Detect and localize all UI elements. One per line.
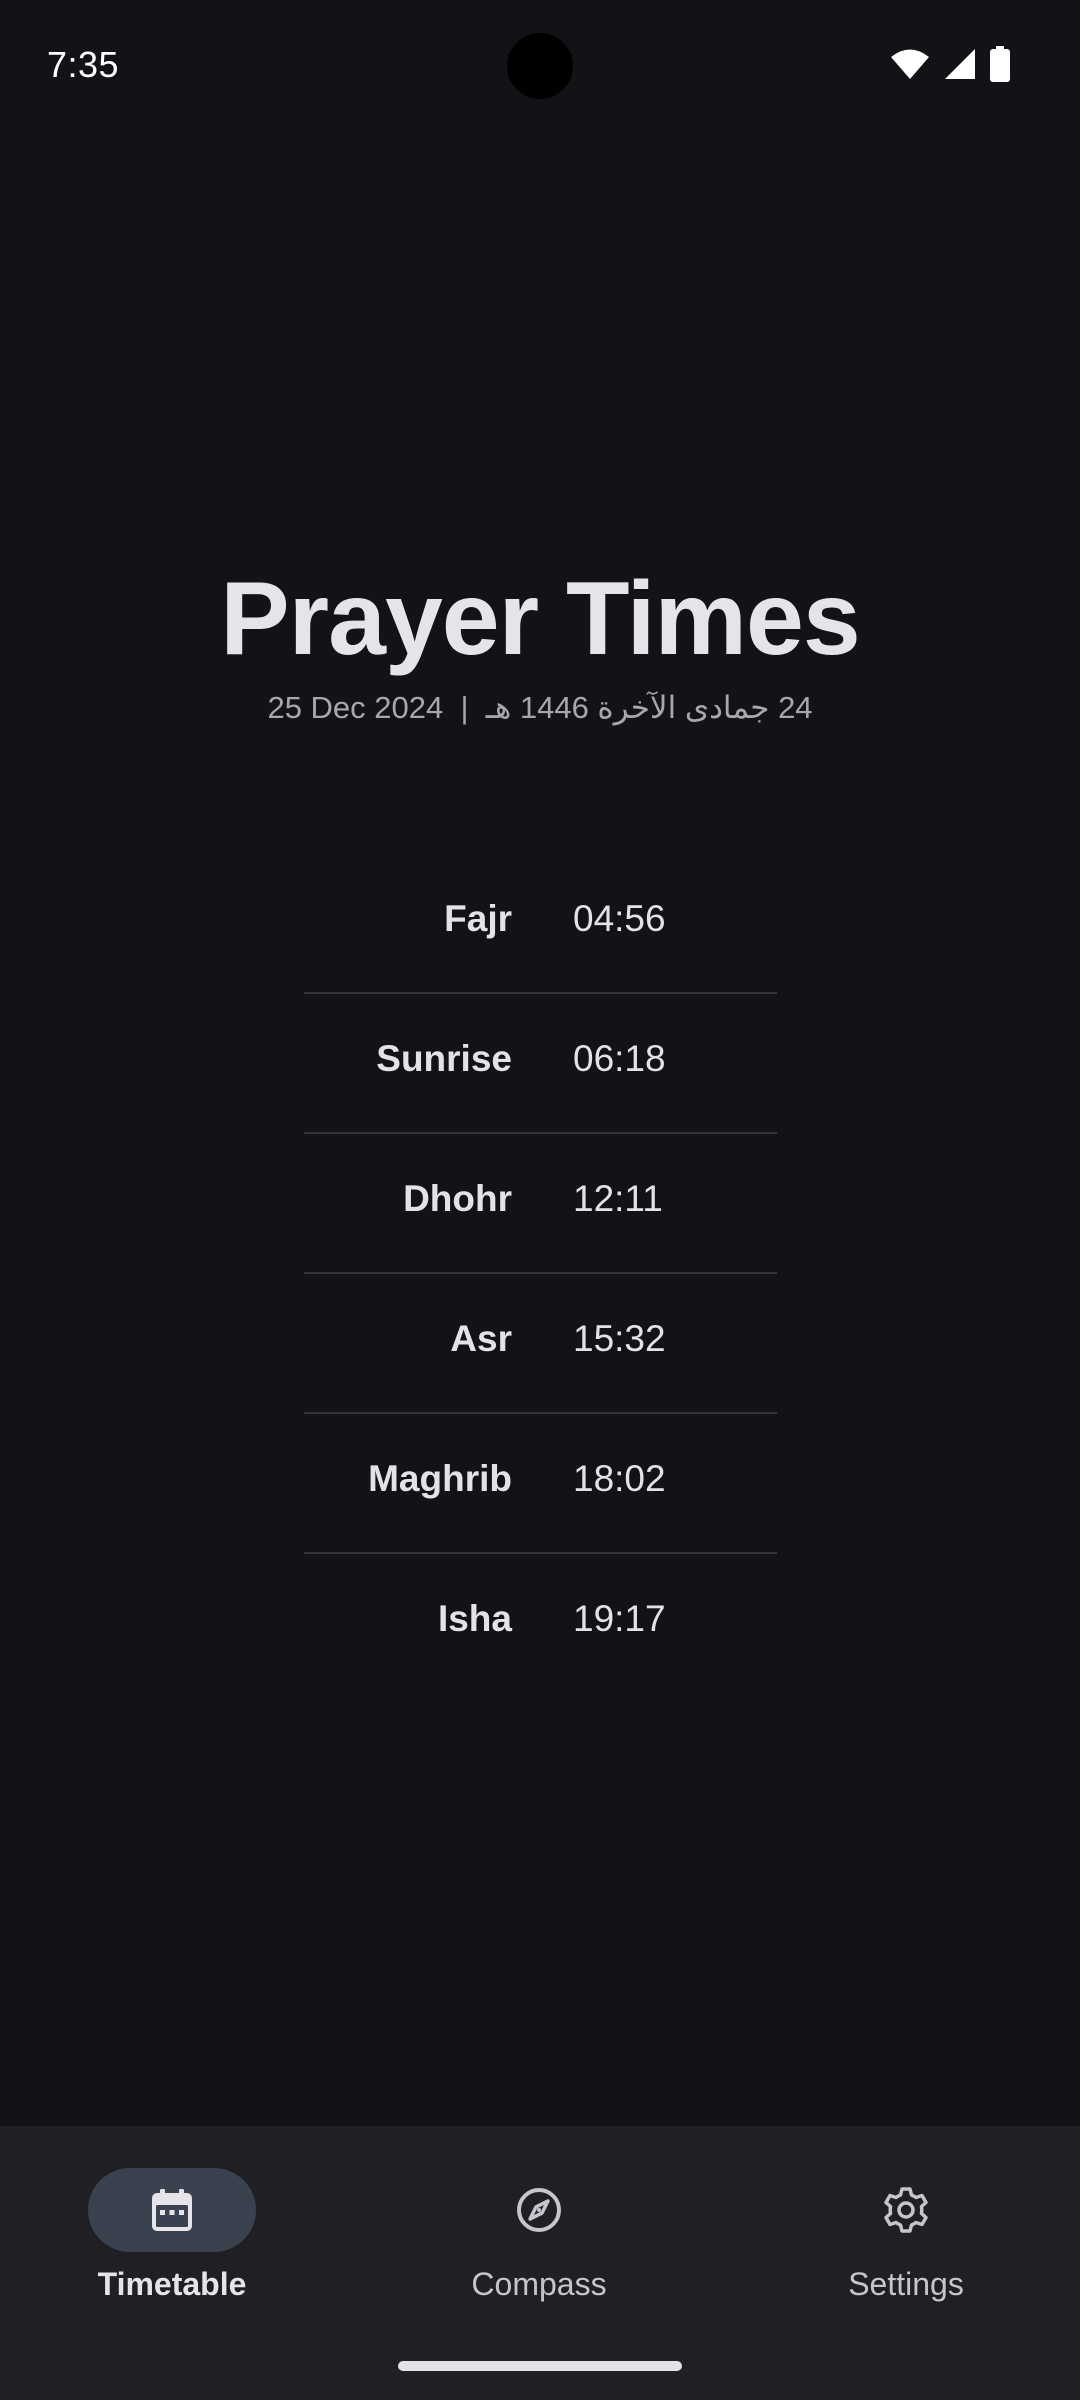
- prayer-times-screen: 7:35 Prayer Times 25 Dec 2024 | 24 جمادى…: [0, 0, 1080, 2400]
- prayer-time: 06:18: [573, 1038, 666, 1079]
- hijri-date: 24 جمادى الآخرة 1446 هـ: [485, 690, 813, 725]
- gear-icon: [882, 2186, 930, 2234]
- nav-label-compass: Compass: [471, 2266, 607, 2302]
- nav-item-compass[interactable]: Compass: [389, 2156, 689, 2306]
- date-separator: |: [460, 690, 469, 725]
- home-indicator[interactable]: [398, 2361, 682, 2371]
- prayer-name: Dhohr: [403, 1178, 512, 1219]
- gregorian-date: 25 Dec 2024: [267, 690, 444, 725]
- prayer-time: 18:02: [573, 1458, 666, 1499]
- page-title: Prayer Times: [220, 561, 860, 677]
- prayer-time: 19:17: [573, 1598, 666, 1639]
- calendar-icon: [148, 2186, 196, 2234]
- wifi-icon: [890, 48, 930, 80]
- status-bar: 7:35: [0, 0, 1080, 132]
- cellular-signal-icon: [944, 48, 976, 80]
- prayer-name: Isha: [437, 1598, 512, 1639]
- nav-label-timetable: Timetable: [97, 2266, 247, 2302]
- prayer-time: 04:56: [573, 898, 666, 939]
- prayer-row-sunrise: Sunrise 06:18: [304, 994, 777, 1134]
- prayer-row-dhohr: Dhohr 12:11: [304, 1134, 777, 1274]
- prayer-time: 12:11: [573, 1178, 663, 1219]
- nav-item-settings[interactable]: Settings: [756, 2156, 1056, 2306]
- status-time: 7:35: [47, 44, 120, 85]
- prayer-time: 15:32: [573, 1318, 666, 1359]
- nav-item-timetable[interactable]: Timetable: [22, 2156, 322, 2306]
- compass-icon: [515, 2186, 563, 2234]
- camera-cutout: [507, 33, 573, 99]
- bottom-navigation-bar: Timetable Compass Settings: [0, 2126, 1080, 2400]
- date-line: 25 Dec 2024 | 24 جمادى الآخرة 1446 هـ: [0, 690, 1080, 726]
- prayer-times-table: Fajr 04:56 Sunrise 06:18 Dhohr 12:11 Asr…: [304, 854, 777, 1694]
- prayer-row-fajr: Fajr 04:56: [304, 854, 777, 994]
- prayer-name: Sunrise: [376, 1038, 512, 1079]
- prayer-name: Asr: [450, 1318, 512, 1359]
- nav-label-settings: Settings: [848, 2266, 964, 2302]
- battery-icon: [990, 46, 1010, 82]
- status-icons: [890, 46, 1010, 82]
- prayer-row-maghrib: Maghrib 18:02: [304, 1414, 777, 1554]
- prayer-row-asr: Asr 15:32: [304, 1274, 777, 1414]
- prayer-name: Fajr: [444, 898, 512, 939]
- prayer-row-isha: Isha 19:17: [304, 1554, 777, 1694]
- prayer-name: Maghrib: [368, 1458, 512, 1499]
